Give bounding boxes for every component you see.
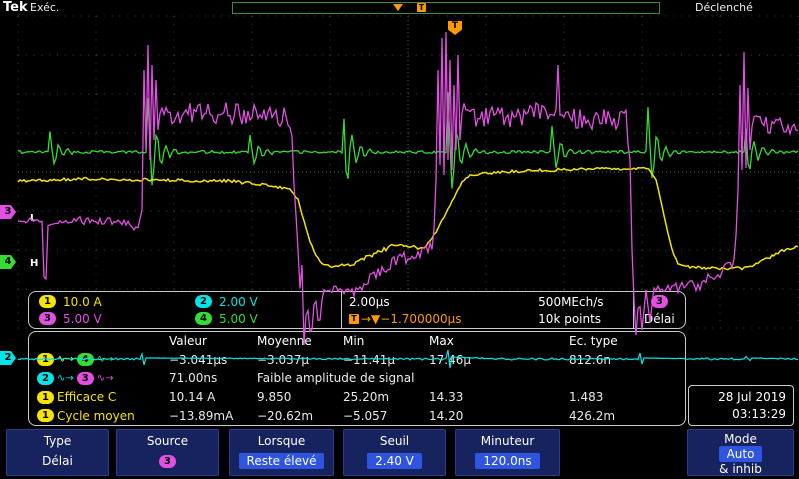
trigger-source-badge: 3: [650, 295, 668, 308]
trigger-position-triangle-icon: [393, 4, 403, 11]
trigger-source-readout: 3 Délai: [632, 292, 685, 328]
trigger-status: Déclenché: [695, 1, 753, 14]
record-length: 10k points: [538, 311, 602, 326]
ch1-badge: 1: [39, 295, 56, 308]
ch2-scale-value: 2.00 V: [219, 294, 258, 309]
ch2-badge: 2: [195, 295, 212, 308]
menu-type-value: Délai: [42, 454, 73, 468]
oscilloscope-screen: Tek Exéc. T Déclenché 3 4 2 L H T 1 10.0…: [0, 0, 799, 479]
menu-minuteur-button[interactable]: Minuteur 120.0ns: [455, 429, 560, 476]
trigger-position-value: −1.700000µs: [380, 311, 462, 326]
acquisition-readout: 500MEch/s 10k points: [538, 292, 633, 328]
menu-type-label: Type: [43, 434, 72, 448]
menu-mode-label: Mode: [724, 432, 757, 446]
menu-type-button[interactable]: Type Délai: [6, 429, 109, 476]
menu-source-button[interactable]: Source 3: [116, 429, 219, 476]
tek-logo: Tek: [3, 0, 28, 15]
menu-lorsque-value: Reste élevé: [238, 453, 325, 469]
meas-row-meancycle-ectype: 426.2m: [569, 408, 616, 423]
meas-header-min: Min: [343, 334, 365, 349]
ch1-scale: 1 10.0 A: [29, 295, 185, 309]
ch4-scale-value: 5.00 V: [219, 311, 258, 326]
meas-header-ectype: Ec. type: [569, 334, 618, 349]
ch1-badge: 1: [37, 409, 54, 423]
sample-rate: 500MEch/s: [538, 294, 604, 309]
top-status-bar: Tek Exéc. T Déclenché: [0, 0, 799, 15]
meas-row-delay14-max: 17.46µ: [429, 352, 471, 367]
date-value: 28 Jul 2019: [718, 390, 786, 404]
acquisition-status: Exéc.: [30, 1, 60, 14]
ch1-badge: 1: [37, 353, 54, 367]
menu-seuil-label: Seuil: [379, 434, 410, 448]
trigger-type: Délai: [644, 311, 675, 326]
channel-scales: 1 10.0 A 2 2.00 V 3 5.00 V 4 5.00 V: [29, 292, 341, 328]
ch1-scale-value: 10.0 A: [63, 294, 102, 309]
ch3-badge: 3: [39, 312, 56, 325]
meas-row-delay14-label: 1 ∿→ 4 ∿→: [29, 353, 169, 367]
ch4-badge: 4: [76, 353, 94, 367]
meas-header-moyenne: Moyenne: [257, 334, 312, 349]
ch4-badge: 4: [195, 312, 212, 325]
menu-lorsque-button[interactable]: Lorsque Reste élevé: [229, 429, 334, 476]
menu-source-label: Source: [146, 434, 189, 448]
horizontal-readout: 2.00µs T →▼ −1.700000µs: [341, 292, 538, 328]
trigger-position-readout: T →▼ −1.700000µs: [349, 310, 538, 327]
ch2-scale: 2 2.00 V: [185, 295, 341, 309]
meas-row-rms-valeur: 10.14 A: [169, 390, 216, 405]
high-level-label: H: [30, 258, 39, 269]
meas-row-rms-min: 25.20m: [343, 390, 390, 405]
ch3-scale: 3 5.00 V: [29, 312, 185, 326]
menu-source-badge: 3: [159, 455, 176, 468]
meas-row-rms-label: 1 Efficace C: [29, 390, 169, 404]
menu-minuteur-value: 120.0ns: [475, 453, 540, 469]
meas-row-delay14-min: −11.41µ: [343, 352, 396, 367]
trigger-t-icon: T: [417, 3, 426, 12]
meas-row-rms-max: 14.33: [429, 390, 464, 405]
menu-seuil-button[interactable]: Seuil 2.40 V: [343, 429, 446, 476]
meas-row-delay23-valeur: 71.00ns: [169, 371, 218, 386]
menu-mode-button[interactable]: Mode Auto & inhib: [687, 429, 794, 476]
meas-header-valeur: Valeur: [169, 334, 207, 349]
ch3-scale-value: 5.00 V: [63, 311, 102, 326]
meas-row-rms-moyenne: 9.850: [257, 390, 292, 405]
meas-row-meancycle-label: 1 Cycle moyen: [29, 409, 169, 423]
trigger-arrow-icon: →▼: [361, 311, 381, 326]
meas-name: Efficace C: [57, 390, 117, 405]
meas-row-delay14-ectype: 812.6n: [569, 352, 611, 367]
meas-row-delay23-label: 2 ∿→ 3 ∿→: [29, 371, 169, 385]
menu-mode-value: Auto: [718, 446, 763, 462]
waveform-glyph-icon: ∿→: [57, 372, 74, 384]
datetime-box: 28 Jul 2019 03:13:29: [688, 385, 794, 426]
meas-row-delay14-moyenne: −3.037µ: [257, 352, 310, 367]
meas-header-max: Max: [429, 334, 454, 349]
ch4-scale: 4 5.00 V: [185, 312, 341, 326]
menu-lorsque-label: Lorsque: [257, 434, 306, 448]
measurement-table: Valeur Moyenne Min Max Ec. type 1 ∿→ 4 ∿…: [28, 331, 686, 426]
ch3-badge: 3: [76, 371, 94, 385]
ch2-badge: 2: [37, 371, 54, 385]
record-position-bar: T: [232, 2, 660, 14]
meas-row-meancycle-moyenne: −20.62m: [257, 408, 314, 423]
ch1-badge: 1: [37, 390, 54, 404]
meas-row-delay23-message: Faible amplitude de signal: [257, 371, 415, 386]
bottom-menu-bar: Type Délai Source 3 Lorsque Reste élevé …: [0, 427, 799, 479]
menu-mode-subvalue: & inhib: [719, 462, 762, 476]
time-value: 03:13:29: [732, 407, 786, 421]
meas-row-meancycle-min: −5.057: [343, 408, 388, 423]
timebase-value: 2.00µs: [349, 294, 390, 309]
waveform-glyph-icon: ∿→: [57, 354, 74, 366]
low-level-label: L: [30, 213, 37, 224]
meas-row-meancycle-max: 14.20: [429, 408, 464, 423]
meas-row-delay14-valeur: −3.041µs: [169, 352, 228, 367]
meas-row-meancycle-valeur: −13.89mA: [169, 408, 234, 423]
readout-bar: 1 10.0 A 2 2.00 V 3 5.00 V 4 5.00 V 2.00…: [28, 291, 686, 329]
menu-seuil-value: 2.40 V: [367, 453, 422, 469]
menu-minuteur-label: Minuteur: [480, 434, 535, 448]
waveform-glyph-icon: ∿→: [96, 354, 114, 366]
meas-row-rms-ectype: 1.483: [569, 390, 604, 405]
waveform-glyph-icon: ∿→: [96, 372, 114, 384]
meas-name: Cycle moyen: [57, 408, 135, 423]
trigger-t-icon: T: [349, 313, 359, 324]
